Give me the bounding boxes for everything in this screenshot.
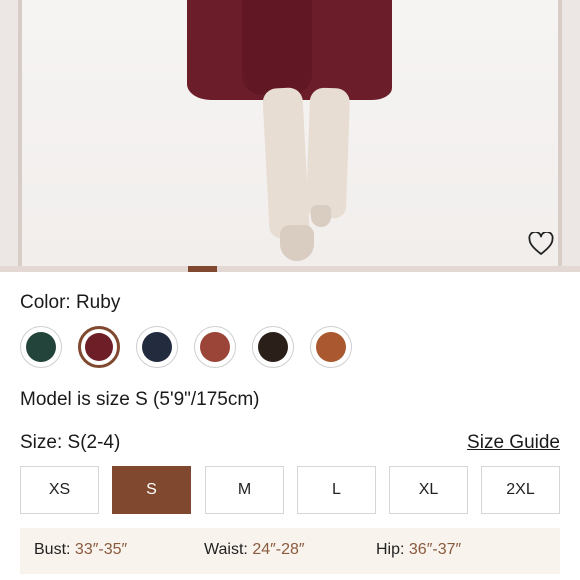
boot-right-graphic <box>305 87 351 219</box>
heart-outline-icon[interactable] <box>528 232 554 256</box>
waist-value: 24″-28″ <box>252 541 305 558</box>
bust-measurement: Bust: 33″-35″ <box>34 541 127 559</box>
swatch-brown-dot <box>258 332 288 362</box>
size-option-xs[interactable]: XS <box>20 466 99 514</box>
size-measurements: Bust: 33″-35″ Waist: 24″-28″ Hip: 36″-37… <box>20 528 560 574</box>
waist-measurement: Waist: 24″-28″ <box>204 541 305 559</box>
size-guide-link[interactable]: Size Guide <box>467 432 560 454</box>
swatch-cognac[interactable] <box>310 326 352 368</box>
size-option-m[interactable]: M <box>205 466 284 514</box>
size-option-xl[interactable]: XL <box>389 466 468 514</box>
swatch-ruby-dot <box>85 333 113 361</box>
size-option-s[interactable]: S <box>112 466 191 514</box>
next-image-peek[interactable] <box>558 0 580 268</box>
swatch-navy[interactable] <box>136 326 178 368</box>
waist-label: Waist: <box>204 541 248 558</box>
boot-foot-left-graphic <box>280 225 314 261</box>
swatch-rust-dot <box>200 332 230 362</box>
gallery-progress-track <box>0 266 580 272</box>
product-image <box>22 0 558 268</box>
swatch-green-dot <box>26 332 56 362</box>
size-label: Size: S(2-4) <box>20 432 121 453</box>
boot-left-graphic <box>262 87 310 239</box>
size-option-l[interactable]: L <box>297 466 376 514</box>
bust-value: 33″-35″ <box>74 541 128 558</box>
skirt-shade-graphic <box>242 0 312 95</box>
swatch-green[interactable] <box>20 326 62 368</box>
hip-value: 36″-37″ <box>408 541 462 558</box>
bust-label: Bust: <box>34 541 71 558</box>
gallery-progress-indicator <box>188 266 217 272</box>
boot-foot-right-graphic <box>311 205 331 227</box>
previous-image-peek[interactable] <box>0 0 22 268</box>
hip-label: Hip: <box>376 541 405 558</box>
color-label: Color: Ruby <box>20 292 121 313</box>
hip-measurement: Hip: 36″-37″ <box>376 541 461 559</box>
swatch-rust[interactable] <box>194 326 236 368</box>
product-image-carousel[interactable] <box>0 0 580 272</box>
swatch-brown[interactable] <box>252 326 294 368</box>
swatch-navy-dot <box>142 332 172 362</box>
model-size-info: Model is size S (5'9"/175cm) <box>20 389 260 410</box>
swatch-cognac-dot <box>316 332 346 362</box>
size-option-2xl[interactable]: 2XL <box>481 466 560 514</box>
swatch-ruby[interactable] <box>78 326 120 368</box>
